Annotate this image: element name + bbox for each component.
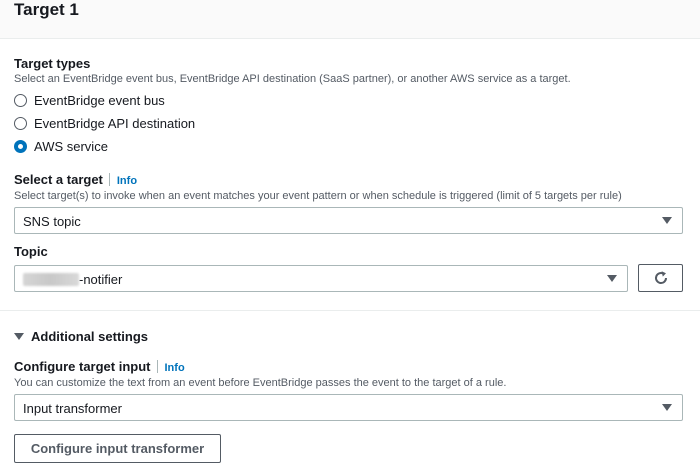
target-header: Target 1 <box>0 0 700 39</box>
radio-label: EventBridge event bus <box>34 92 165 108</box>
target-input-select[interactable]: Input transformer <box>14 394 683 421</box>
configure-input-transformer-button[interactable]: Configure input transformer <box>14 434 221 463</box>
radio-aws-service[interactable]: AWS service <box>14 137 108 155</box>
select-target-description: Select target(s) to invoke when an event… <box>14 190 622 202</box>
radio-eventbridge-event-bus[interactable]: EventBridge event bus <box>14 91 165 109</box>
target-input-value: Input transformer <box>23 401 122 416</box>
section-divider <box>0 310 700 311</box>
select-target-label-text: Select a target <box>14 172 103 187</box>
radio-button-selected[interactable] <box>14 139 27 153</box>
target-types-description: Select an EventBridge event bus, EventBr… <box>14 73 571 85</box>
additional-settings-label: Additional settings <box>31 328 148 344</box>
redacted-text <box>23 273 79 286</box>
radio-button[interactable] <box>14 93 27 107</box>
configure-target-input-label: Configure target input Info <box>14 359 185 374</box>
caret-down-icon <box>662 404 672 411</box>
topic-label: Topic <box>14 244 48 259</box>
configure-target-input-label-text: Configure target input <box>14 359 151 374</box>
topic-value: -notifier <box>23 272 122 287</box>
topic-select[interactable]: -notifier <box>14 265 628 292</box>
select-target-info-link[interactable]: Info <box>117 175 137 187</box>
radio-eventbridge-api-destination[interactable]: EventBridge API destination <box>14 114 195 132</box>
target-service-value: SNS topic <box>23 214 81 229</box>
radio-label: AWS service <box>34 138 108 154</box>
topic-value-suffix: -notifier <box>79 272 123 287</box>
configure-target-input-description: You can customize the text from an event… <box>14 377 507 389</box>
caret-down-icon <box>14 332 24 340</box>
caret-down-icon <box>662 217 672 224</box>
caret-down-icon <box>607 275 617 282</box>
radio-button[interactable] <box>14 116 27 130</box>
additional-settings-toggle[interactable]: Additional settings <box>14 327 148 345</box>
radio-label: EventBridge API destination <box>34 115 196 131</box>
info-separator <box>156 360 158 373</box>
target-title: Target 1 <box>14 0 79 19</box>
select-target-label: Select a target Info <box>14 172 137 187</box>
target-service-select[interactable]: SNS topic <box>14 207 683 234</box>
configure-input-info-link[interactable]: Info <box>165 362 185 374</box>
refresh-icon <box>654 271 667 284</box>
target-types-label: Target types <box>14 56 91 71</box>
info-separator <box>108 173 110 186</box>
refresh-topics-button[interactable] <box>638 264 683 292</box>
